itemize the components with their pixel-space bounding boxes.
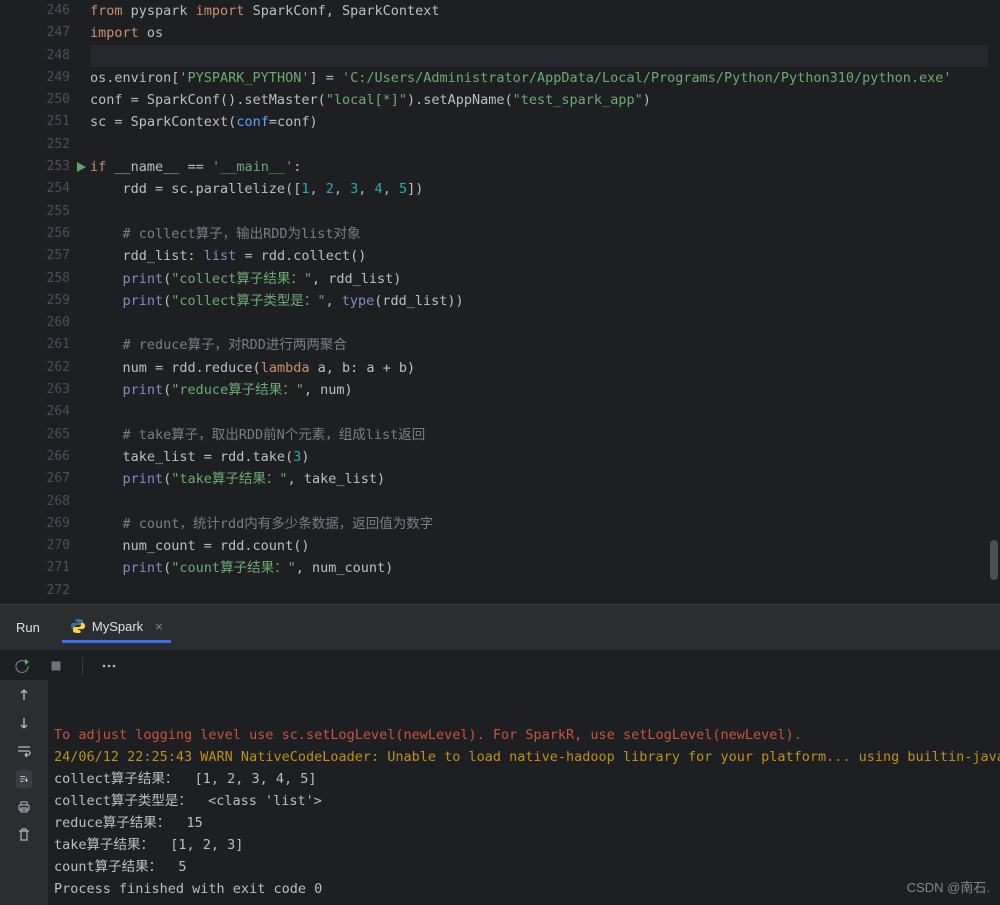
line-number[interactable]: 257: [0, 245, 90, 267]
console-side-toolbar: [0, 680, 48, 905]
line-number[interactable]: 255: [0, 201, 90, 223]
line-number[interactable]: 262: [0, 357, 90, 379]
code-editor[interactable]: 2462472482492502512522532542552562572582…: [0, 0, 1000, 604]
line-number[interactable]: 259: [0, 290, 90, 312]
console-line: Process finished with exit code 0: [54, 878, 1000, 900]
print-icon[interactable]: [16, 798, 32, 816]
code-line[interactable]: import os: [90, 22, 1000, 44]
code-line[interactable]: [90, 401, 1000, 423]
more-icon[interactable]: [101, 658, 117, 674]
code-line[interactable]: rdd_list: list = rdd.collect(): [90, 245, 1000, 267]
close-icon[interactable]: ×: [155, 619, 163, 634]
run-label: Run: [16, 620, 40, 635]
line-number[interactable]: 258: [0, 268, 90, 290]
code-line[interactable]: rdd = sc.parallelize([1, 2, 3, 4, 5]): [90, 178, 1000, 200]
code-line[interactable]: sc = SparkContext(conf=conf): [90, 111, 1000, 133]
line-gutter[interactable]: 2462472482492502512522532542552562572582…: [0, 0, 90, 604]
run-tab[interactable]: MySpark ×: [62, 612, 171, 643]
code-line[interactable]: os.environ['PYSPARK_PYTHON'] = 'C:/Users…: [90, 67, 1000, 89]
run-tab-name: MySpark: [92, 619, 143, 634]
code-line[interactable]: conf = SparkConf().setMaster("local[*]")…: [90, 89, 1000, 111]
line-number[interactable]: 261: [0, 334, 90, 356]
code-line[interactable]: take_list = rdd.take(3): [90, 446, 1000, 468]
line-number[interactable]: 246: [0, 0, 90, 22]
line-number[interactable]: 270: [0, 535, 90, 557]
scroll-up-icon[interactable]: [16, 686, 32, 704]
line-number[interactable]: 271: [0, 557, 90, 579]
line-number[interactable]: 253: [0, 156, 90, 178]
console-toolbar: [0, 650, 1000, 680]
code-line[interactable]: from pyspark import SparkConf, SparkCont…: [90, 0, 1000, 22]
code-line[interactable]: if __name__ == '__main__':: [90, 156, 1000, 178]
code-line[interactable]: # collect算子，输出RDD为list对象: [90, 223, 1000, 245]
code-line[interactable]: [90, 491, 1000, 513]
code-area[interactable]: from pyspark import SparkConf, SparkCont…: [90, 0, 1000, 604]
console-line: take算子结果： [1, 2, 3]: [54, 834, 1000, 856]
console-line: collect算子结果： [1, 2, 3, 4, 5]: [54, 768, 1000, 790]
line-number[interactable]: 250: [0, 89, 90, 111]
code-line[interactable]: num = rdd.reduce(lambda a, b: a + b): [90, 357, 1000, 379]
line-number[interactable]: 249: [0, 67, 90, 89]
console-line: reduce算子结果： 15: [54, 812, 1000, 834]
line-number[interactable]: 263: [0, 379, 90, 401]
line-number[interactable]: 248: [0, 45, 90, 67]
code-line[interactable]: print("reduce算子结果：", num): [90, 379, 1000, 401]
stop-icon[interactable]: [48, 658, 64, 674]
code-line[interactable]: # take算子，取出RDD前N个元素，组成list返回: [90, 424, 1000, 446]
code-line[interactable]: print("collect算子类型是：", type(rdd_list)): [90, 290, 1000, 312]
console-panel: To adjust logging level use sc.setLogLev…: [0, 680, 1000, 905]
line-number[interactable]: 268: [0, 491, 90, 513]
line-number[interactable]: 265: [0, 424, 90, 446]
console-line: count算子结果： 5: [54, 856, 1000, 878]
toolbar-separator: [82, 657, 83, 675]
console-line: 24/06/12 22:25:43 WARN NativeCodeLoader:…: [54, 746, 1000, 768]
code-line[interactable]: [90, 580, 1000, 602]
editor-scrollbar[interactable]: [988, 0, 1000, 604]
python-icon: [70, 618, 86, 634]
code-line[interactable]: # reduce算子，对RDD进行两两聚合: [90, 334, 1000, 356]
code-line[interactable]: [90, 201, 1000, 223]
code-line[interactable]: # count，统计rdd内有多少条数据，返回值为数字: [90, 513, 1000, 535]
run-gutter-icon[interactable]: [74, 160, 88, 174]
line-number[interactable]: 266: [0, 446, 90, 468]
line-number[interactable]: 260: [0, 312, 90, 334]
line-number[interactable]: 251: [0, 111, 90, 133]
code-line[interactable]: print("count算子结果：", num_count): [90, 557, 1000, 579]
scroll-down-icon[interactable]: [16, 714, 32, 732]
run-toolbar: Run MySpark ×: [0, 604, 1000, 650]
soft-wrap-icon[interactable]: [16, 742, 32, 760]
console-line: collect算子类型是： <class 'list'>: [54, 790, 1000, 812]
line-number[interactable]: 254: [0, 178, 90, 200]
line-number[interactable]: 267: [0, 468, 90, 490]
code-line[interactable]: [90, 45, 1000, 67]
line-number[interactable]: 247: [0, 22, 90, 44]
line-number[interactable]: 269: [0, 513, 90, 535]
code-line[interactable]: [90, 312, 1000, 334]
code-line[interactable]: print("take算子结果：", take_list): [90, 468, 1000, 490]
console-line: To adjust logging level use sc.setLogLev…: [54, 724, 1000, 746]
trash-icon[interactable]: [16, 826, 32, 844]
line-number[interactable]: 252: [0, 134, 90, 156]
console-output[interactable]: To adjust logging level use sc.setLogLev…: [48, 680, 1000, 905]
line-number[interactable]: 256: [0, 223, 90, 245]
code-line[interactable]: num_count = rdd.count(): [90, 535, 1000, 557]
code-line[interactable]: print("collect算子结果：", rdd_list): [90, 268, 1000, 290]
rerun-icon[interactable]: [14, 658, 30, 674]
scroll-to-end-icon[interactable]: [16, 770, 32, 788]
line-number[interactable]: 264: [0, 401, 90, 423]
line-number[interactable]: 272: [0, 580, 90, 602]
code-line[interactable]: [90, 134, 1000, 156]
